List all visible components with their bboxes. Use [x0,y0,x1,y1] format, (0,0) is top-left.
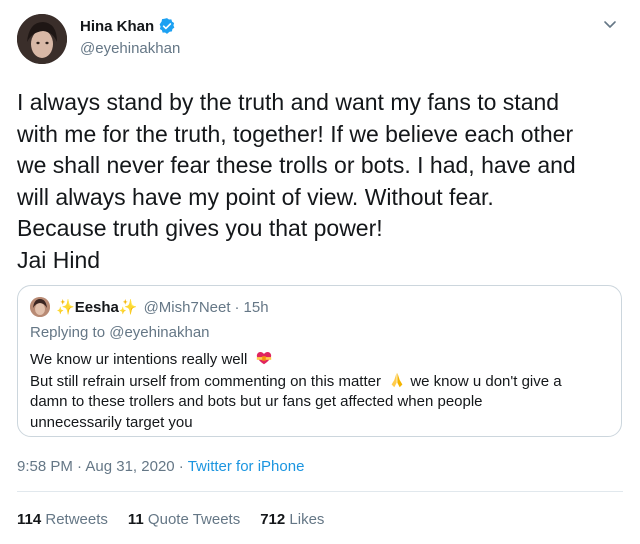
tweet-card: Hina Khan @eyehinakhan I always stand by… [0,0,640,544]
chevron-down-icon[interactable] [602,16,618,32]
retweets-label: Retweets [41,511,108,528]
quoted-line: But still refrain urself from commenting… [30,372,381,390]
quoted-line: we know u don't give a [410,372,562,390]
divider [17,491,623,492]
quoted-tweet[interactable]: ✨ Eesha ✨ @Mish7Neet · 15h Replying to @… [17,285,622,437]
tweet-line: with me for the truth, together! If we b… [17,120,574,147]
tweet-line: we shall never fear these trolls or bots… [17,152,576,178]
tweet-text: I always stand by the truth and want my … [17,87,627,276]
replying-prefix: Replying to [30,324,110,341]
author-handle[interactable]: @eyehinakhan [80,40,180,57]
quoted-author-name[interactable]: ✨ Eesha ✨ [56,298,138,317]
tweet-line: will always have my point of view. Witho… [17,183,494,210]
separator-dot: · [234,298,240,316]
quoted-handle[interactable]: @Mish7Neet [144,299,231,316]
retweets-stat[interactable]: 114 Retweets [17,511,108,528]
tweet-meta: 9:58 PM · Aug 31, 2020 · Twitter for iPh… [17,458,304,475]
separator-dot: · [72,458,86,475]
quoted-avatar[interactable] [30,297,50,317]
quoted-line: unnecessarily target you [30,413,193,431]
sparkles-icon: ✨ [118,299,138,316]
retweets-count: 114 [17,511,42,528]
quoted-name-text: Eesha [74,298,119,316]
tweet-time[interactable]: 9:58 PM [17,458,73,475]
author-name[interactable]: Hina Khan [80,18,154,35]
quoted-timestamp[interactable]: 15h [244,299,269,316]
engagement-stats: 114 Retweets 11 Quote Tweets 712 Likes [17,511,344,528]
replying-to: Replying to @eyehinakhan [30,324,210,341]
tweet-line: Because truth gives you that power! [17,215,383,241]
quote-tweets-label: Quote Tweets [143,511,241,528]
likes-stat[interactable]: 712 Likes [260,511,324,528]
folded-hands-icon [388,371,406,389]
tweet-line: I always stand by the truth and want my … [17,89,560,115]
author-avatar[interactable] [17,14,67,64]
verified-badge-icon [158,17,176,35]
likes-label: Likes [285,511,325,528]
quoted-line: damn to these trollers and bots but ur f… [30,393,483,410]
replying-mention[interactable]: @eyehinakhan [109,324,209,341]
quote-tweets-count: 11 [127,511,144,528]
separator-dot: · [174,458,188,475]
quote-tweets-stat[interactable]: 11 Quote Tweets [128,511,240,528]
quoted-text: We know ur intentions really well But st… [30,349,615,433]
sparkles-icon: ✨ [56,299,75,316]
tweet-source-link[interactable]: Twitter for iPhone [188,458,305,475]
tweet-line: Jai Hind [17,246,101,273]
quoted-line: We know ur intentions really well [30,351,248,368]
tweet-date[interactable]: Aug 31, 2020 [85,458,174,475]
likes-count: 712 [260,511,286,528]
heart-ribbon-icon [255,349,273,367]
